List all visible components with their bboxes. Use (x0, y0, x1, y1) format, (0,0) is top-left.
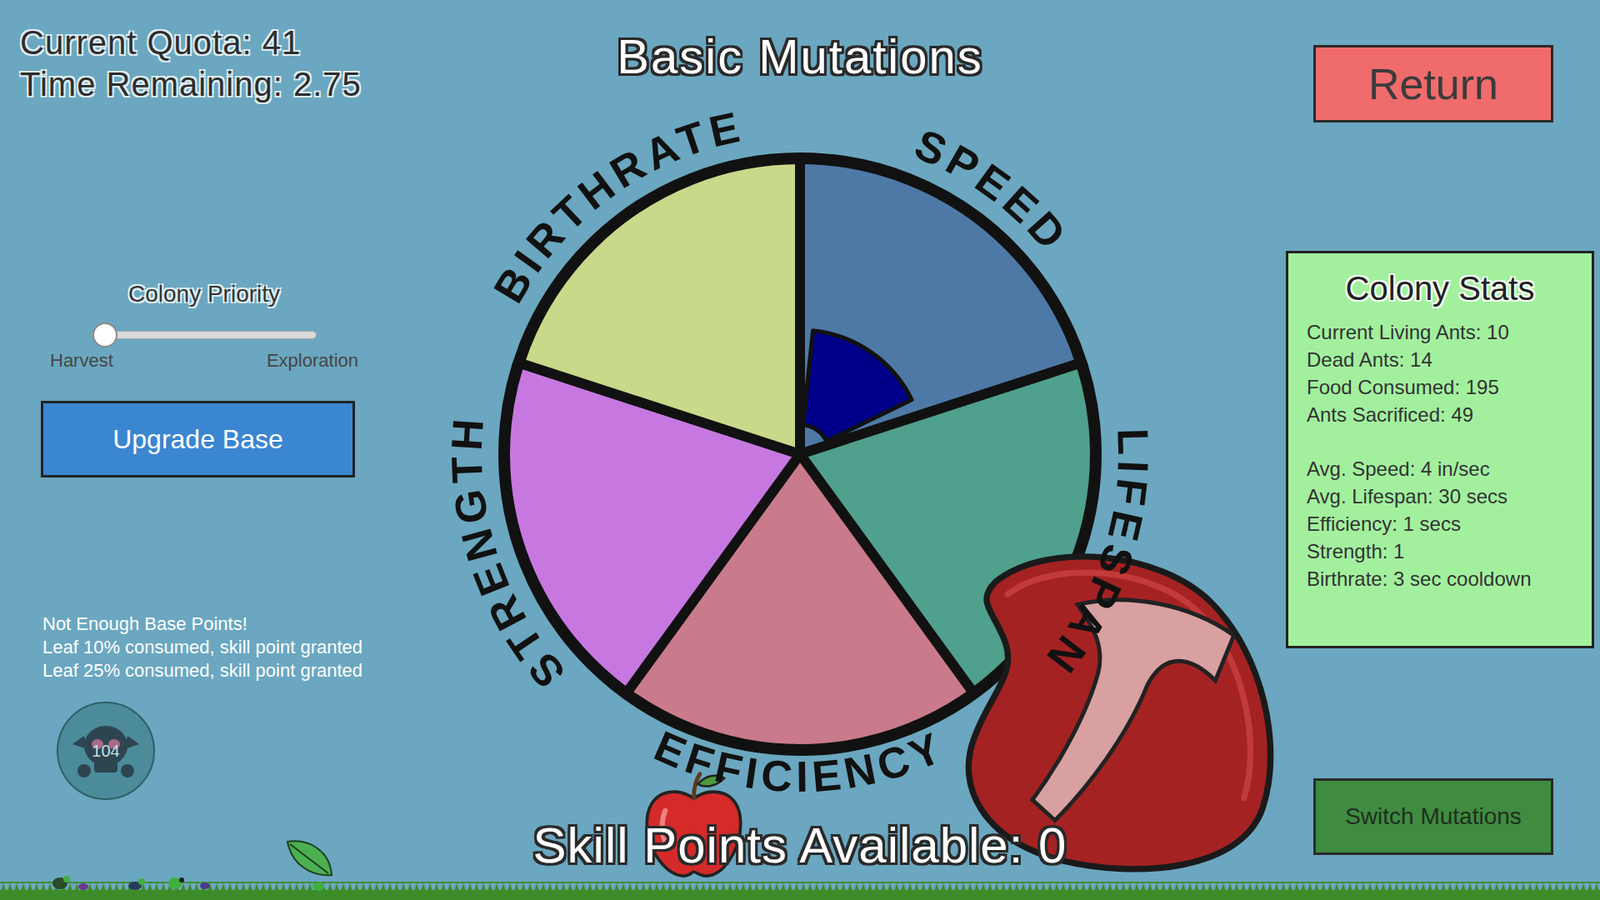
mutation-slice[interactable] (518, 158, 800, 455)
time-remaining-text: Time Remaining: 2.75 (20, 63, 362, 105)
stats-group: Current Living Ants: 10Dead Ants: 14Food… (1306, 318, 1574, 429)
ant-count-badge: 104 (56, 701, 155, 800)
colony-stats-panel: Colony Stats Current Living Ants: 10Dead… (1285, 250, 1595, 649)
switch-mutations-button[interactable]: Switch Mutations (1313, 778, 1554, 855)
priority-slider[interactable] (91, 322, 317, 348)
stat-line: Avg. Lifespan: 30 secs (1306, 482, 1574, 510)
quota-text: Current Quota: 41 (20, 21, 362, 64)
stat-line: Avg. Speed: 4 in/sec (1306, 455, 1574, 483)
ant-sprites (52, 875, 325, 891)
mutation-label-text: STRENGTH (441, 412, 574, 697)
colony-priority: Colony Priority Harvest Exploration (50, 279, 359, 373)
leaf-sprite[interactable] (287, 840, 332, 875)
harvest-label: Harvest (50, 349, 114, 373)
log-message: Leaf 25% consumed, skill point granted (42, 659, 363, 683)
mutation-label-text: EFFICIENCY (647, 721, 953, 802)
return-button[interactable]: Return (1313, 45, 1554, 123)
mutation-label: STRENGTH (441, 412, 574, 697)
stat-line: Birthrate: 3 sec cooldown (1306, 565, 1574, 593)
quota-info: Current Quota: 41 Time Remaining: 2.75 (20, 21, 362, 105)
log-message: Leaf 10% consumed, skill point granted (42, 635, 363, 660)
mutation-label: BIRTHRATE (484, 101, 749, 311)
right-panel: Return Colony Stats Current Living Ants:… (1233, 0, 1600, 900)
mutation-label: SPEED (908, 120, 1080, 262)
stat-line: Ants Sacrificed: 49 (1306, 400, 1574, 429)
stats-title: Colony Stats (1306, 268, 1574, 309)
skill-points: Skill Points Available: 0 (533, 820, 1068, 871)
stat-line: Efficiency: 1 secs (1306, 510, 1574, 538)
exploration-label: Exploration (266, 349, 359, 373)
priority-range-labels: Harvest Exploration (50, 349, 359, 373)
ant-count: 104 (91, 740, 120, 761)
stat-line: Current Living Ants: 10 (1306, 318, 1574, 346)
upgrade-base-button[interactable]: Upgrade Base (40, 400, 355, 478)
hud-layout: Current Quota: 41 Time Remaining: 2.75 C… (0, 0, 1600, 900)
mutation-label-text: BIRTHRATE (484, 101, 749, 311)
page-title: Basic Mutations (616, 0, 983, 88)
mutation-label-text: SPEED (908, 120, 1080, 262)
stat-line: Strength: 1 (1306, 537, 1574, 565)
stats-list: Current Living Ants: 10Dead Ants: 14Food… (1306, 318, 1574, 593)
log-message: Not Enough Base Points! (42, 612, 363, 636)
stat-line: Food Consumed: 195 (1306, 373, 1574, 401)
slider-thumb[interactable] (92, 322, 118, 348)
mutation-label: EFFICIENCY (647, 721, 953, 802)
mutation-segment[interactable] (518, 158, 800, 455)
event-log: Not Enough Base Points!Leaf 10% consumed… (42, 612, 363, 683)
priority-label: Colony Priority (128, 279, 280, 310)
slider-track[interactable] (91, 330, 317, 340)
left-panel: Current Quota: 41 Time Remaining: 2.75 C… (0, 0, 367, 900)
stats-group: Avg. Speed: 4 in/secAvg. Lifespan: 30 se… (1306, 455, 1574, 593)
game-screen: Current Quota: 41 Time Remaining: 2.75 C… (0, 0, 1600, 900)
stat-line: Dead Ants: 14 (1306, 345, 1574, 374)
